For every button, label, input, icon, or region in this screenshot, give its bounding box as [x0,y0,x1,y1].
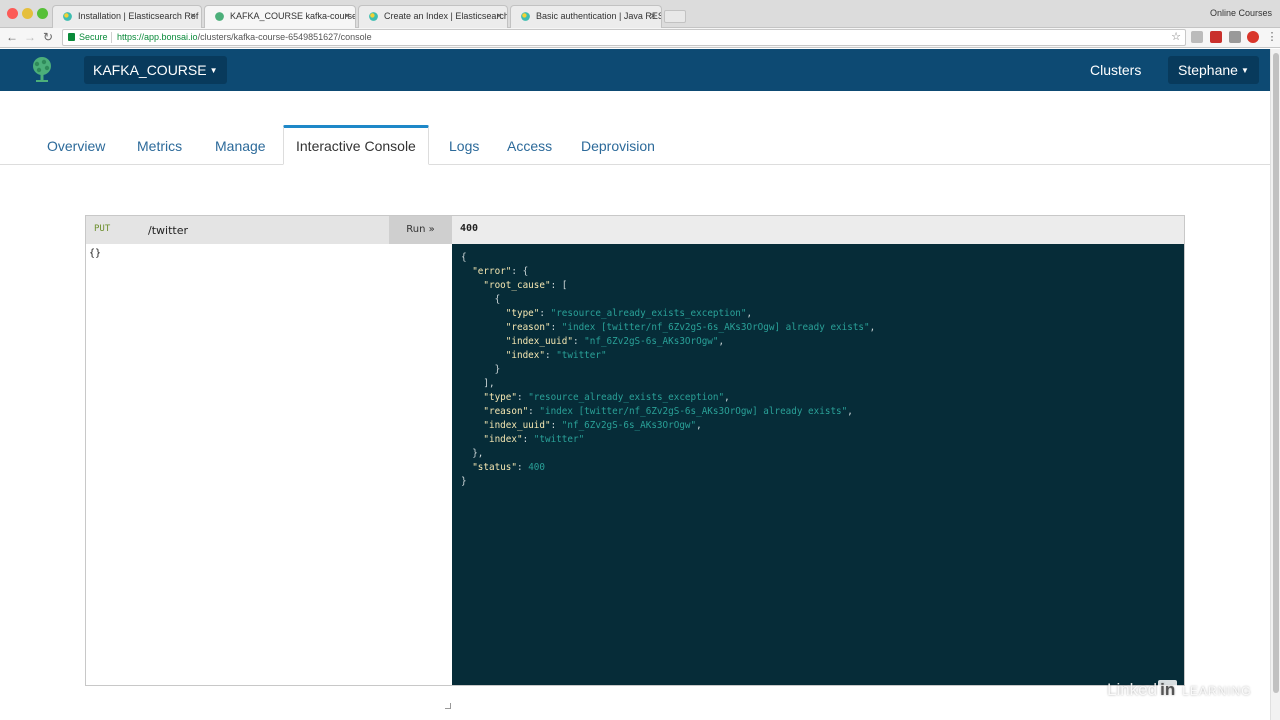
clusters-link[interactable]: Clusters [1090,56,1141,84]
tab-title: Basic authentication | Java RES [536,11,662,21]
elastic-favicon-icon [369,12,378,21]
resize-handle[interactable] [445,703,451,709]
elastic-favicon-icon [63,12,72,21]
tab-interactive-console[interactable]: Interactive Console [283,125,429,165]
response-line: { [461,294,501,305]
tab-title: Installation | Elasticsearch Ref [78,11,199,21]
extension-icon[interactable] [1191,31,1203,43]
response-line: "index_uuid": "nf_6Zv2gS-6s_AKs3OrOgw", [505,336,725,347]
browser-address-bar: ← → ↻ Secure https://app.bonsai.io/clust… [0,28,1280,48]
tab-title: Create an Index | Elasticsearch [384,11,508,21]
browser-tab[interactable]: Installation | Elasticsearch Ref × [52,5,202,28]
forward-arrow-icon[interactable]: → [24,30,36,44]
cluster-dropdown-button[interactable]: KAFKA_COURSE ▼ [84,56,227,84]
response-line: "index": "twitter" [483,434,585,445]
http-method-select[interactable]: PUT [94,216,110,242]
request-path-input[interactable] [148,222,378,238]
browser-profile-name[interactable]: Online Courses [1210,8,1272,18]
interactive-console: PUT Run » {} 400 { "error": { "root_caus… [85,215,1185,709]
browser-tab[interactable]: Basic authentication | Java RES × [510,5,662,28]
scrollbar-thumb[interactable] [1273,53,1279,693]
secure-label: Secure [79,32,108,42]
response-line: "index": "twitter" [505,350,607,361]
url-path: /clusters/kafka-course-6549851627/consol… [197,32,372,42]
user-name: Stephane [1178,62,1238,78]
url-field[interactable]: Secure https://app.bonsai.io/clusters/ka… [62,29,1186,46]
tab-manage[interactable]: Manage [215,125,266,165]
user-menu-button[interactable]: Stephane ▼ [1168,56,1259,84]
response-status-code: 400 [460,223,479,234]
response-line: "type": "resource_already_exists_excepti… [505,308,753,319]
tab-overview[interactable]: Overview [47,125,105,165]
tab-logs[interactable]: Logs [449,125,479,165]
url-text: https://app.bonsai.io/clusters/kafka-cou… [117,30,372,45]
response-line: "reason": "index [twitter/nf_6Zv2gS-6s_A… [505,322,876,333]
url-separator [111,32,112,43]
back-arrow-icon[interactable]: ← [6,30,18,44]
url-host: https://app.bonsai.io [117,32,198,42]
cluster-name: KAFKA_COURSE [93,62,207,78]
request-body-text: {} [89,248,102,259]
tab-access[interactable]: Access [507,125,552,165]
bonsai-logo-icon[interactable] [28,56,56,84]
tab-close-icon[interactable]: × [190,6,196,27]
bonsai-favicon-icon [215,12,224,21]
cluster-nav-tabs: Overview Metrics Manage Interactive Cons… [0,125,1270,165]
response-line: "index_uuid": "nf_6Zv2gS-6s_AKs3OrOgw", [483,420,702,431]
new-tab-button[interactable] [664,10,686,23]
browser-tab-bar: Installation | Elasticsearch Ref × KAFKA… [0,0,1280,28]
linkedin-learning-watermark: Linked in LEARNING [1107,680,1252,700]
response-line: { [461,252,467,263]
app-header: KAFKA_COURSE ▼ Clusters Stephane ▼ [0,49,1270,91]
tab-deprovision[interactable]: Deprovision [581,125,655,165]
watermark-in: in [1158,680,1178,700]
run-button[interactable]: Run » [389,216,452,244]
response-line: "root_cause": [ [483,280,568,291]
close-window-button[interactable] [7,8,18,19]
lock-icon [68,33,75,41]
browser-tab[interactable]: Create an Index | Elasticsearch × [358,5,508,28]
tab-metrics[interactable]: Metrics [137,125,182,165]
response-line: ], [461,378,495,389]
response-json: { "error": { "root_cause": [ { "type": "… [461,251,1184,489]
watermark-linked: Linked [1107,680,1158,699]
maximize-window-button[interactable] [37,8,48,19]
request-bar: PUT Run » [86,216,452,244]
response-line: } [461,364,501,375]
page-scrollbar[interactable] [1270,49,1280,720]
response-body: { "error": { "root_cause": [ { "type": "… [452,244,1184,685]
response-line: "type": "resource_already_exists_excepti… [483,392,730,403]
response-line: "error": { [472,266,529,277]
tab-close-icon[interactable]: × [344,6,350,27]
tab-close-icon[interactable]: × [496,6,502,27]
minimize-window-button[interactable] [22,8,33,19]
extension-icon[interactable] [1229,31,1241,43]
response-line: }, [461,448,484,459]
response-line: "status": 400 [472,462,545,473]
adblock-icon[interactable] [1247,31,1259,43]
tab-title: KAFKA_COURSE kafka-course [230,11,356,21]
chevron-down-icon: ▼ [1240,66,1249,75]
elastic-favicon-icon [521,12,530,21]
tab-close-icon[interactable]: × [650,6,656,27]
response-bar: 400 [452,216,1184,244]
watermark-learning: LEARNING [1182,684,1252,698]
bookmark-star-icon[interactable]: ☆ [1171,30,1181,45]
extension-icon[interactable] [1210,31,1222,43]
chevron-down-icon: ▼ [209,66,218,75]
menu-dots-icon[interactable]: ⋮ [1266,31,1278,43]
browser-tab-active[interactable]: KAFKA_COURSE kafka-course × [204,5,356,28]
response-line: "reason": "index [twitter/nf_6Zv2gS-6s_A… [483,406,853,417]
request-body-editor[interactable]: {} [86,244,452,709]
response-line: } [461,476,467,487]
reload-icon[interactable]: ↻ [43,30,53,44]
